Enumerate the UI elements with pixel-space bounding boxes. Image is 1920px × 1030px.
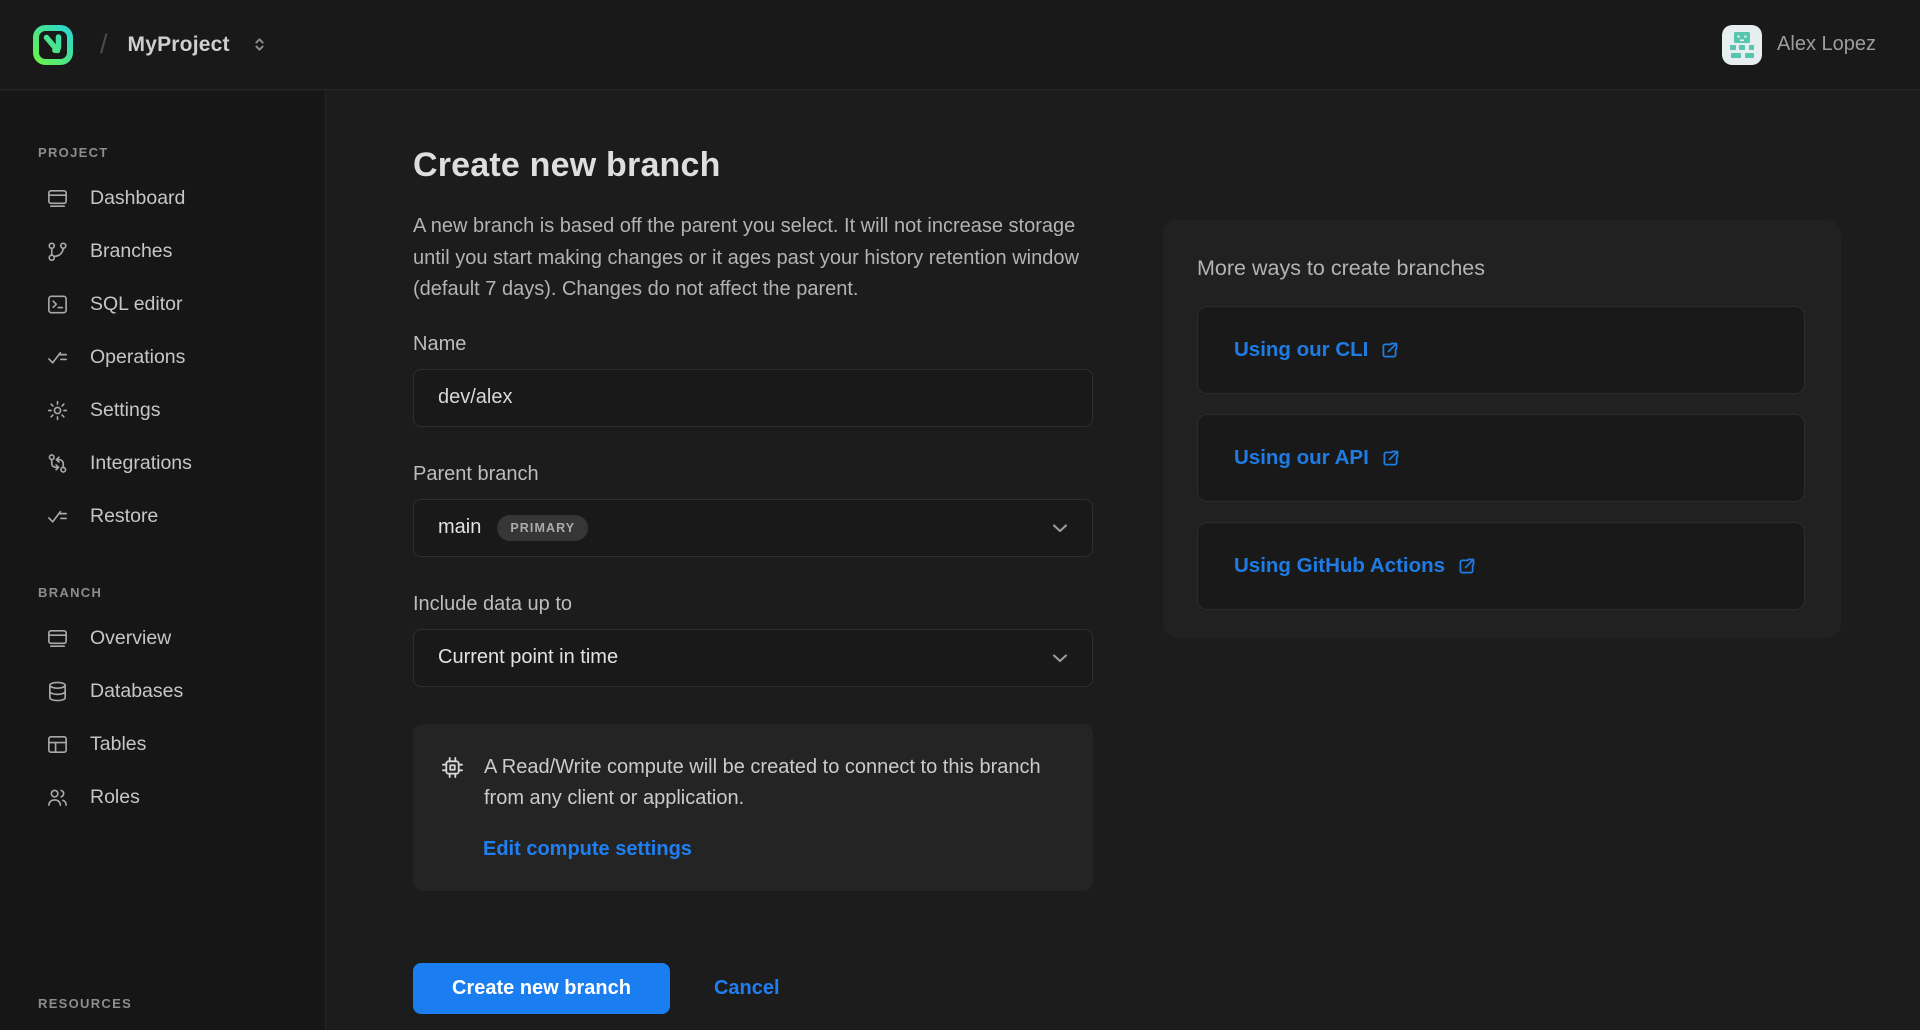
external-link-icon: [1379, 340, 1400, 361]
sidebar-item-label: Branches: [90, 240, 172, 263]
edit-compute-settings-link[interactable]: Edit compute settings: [483, 838, 692, 861]
using-github-actions-link-label: Using GitHub Actions: [1234, 554, 1445, 578]
primary-badge: PRIMARY: [497, 515, 588, 541]
sidebar-item-tables[interactable]: Tables: [0, 718, 325, 771]
sidebar-item-label: Settings: [90, 399, 160, 422]
parent-branch-value: main: [438, 516, 481, 539]
api-link-card[interactable]: Using our API: [1197, 414, 1805, 502]
sidebar-section-project: PROJECT Dashboard Branches SQL editor Op…: [0, 145, 325, 543]
sidebar-item-databases[interactable]: Databases: [0, 665, 325, 718]
gear-icon: [46, 399, 70, 423]
sidebar-item-operations[interactable]: Operations: [0, 331, 325, 384]
sidebar-item-dashboard[interactable]: Dashboard: [0, 172, 325, 225]
sidebar-section-branch: BRANCH Overview Databases Tables Roles: [0, 585, 325, 824]
page-title: Create new branch: [413, 146, 1093, 185]
chevrons-up-down-icon: [250, 35, 269, 54]
list-check-icon: [46, 505, 70, 529]
table-icon: [46, 733, 70, 757]
using-github-actions-link[interactable]: Using GitHub Actions: [1234, 554, 1477, 578]
terminal-square-icon: [46, 293, 70, 317]
github-actions-link-card[interactable]: Using GitHub Actions: [1197, 522, 1805, 610]
using-cli-link-label: Using our CLI: [1234, 338, 1368, 362]
project-switcher[interactable]: MyProject: [128, 33, 269, 57]
sidebar-item-restore[interactable]: Restore: [0, 490, 325, 543]
more-ways-card: More ways to create branches Using our C…: [1163, 220, 1841, 638]
section-label-resources: RESOURCES: [38, 996, 132, 1011]
sidebar-item-roles[interactable]: Roles: [0, 771, 325, 824]
external-link-icon: [1456, 556, 1477, 577]
neon-logo-icon: [30, 22, 76, 68]
sidebar-item-label: Integrations: [90, 452, 192, 475]
external-link-icon: [1380, 448, 1401, 469]
sidebar-item-integrations[interactable]: Integrations: [0, 437, 325, 490]
topbar: / MyProject Alex Lopez: [0, 0, 1920, 90]
sidebar-item-label: Roles: [90, 786, 140, 809]
git-branch-icon: [46, 240, 70, 264]
cpu-chip-icon: [439, 754, 466, 814]
using-api-link[interactable]: Using our API: [1234, 446, 1401, 470]
database-icon: [46, 680, 70, 704]
sidebar-item-label: Overview: [90, 627, 171, 650]
create-new-branch-button[interactable]: Create new branch: [413, 963, 670, 1014]
chevron-down-icon: [1048, 646, 1072, 670]
using-api-link-label: Using our API: [1234, 446, 1369, 470]
sidebar-item-label: Restore: [90, 505, 158, 528]
users-icon: [46, 786, 70, 810]
dashboard-icon: [46, 627, 70, 651]
sidebar-item-settings[interactable]: Settings: [0, 384, 325, 437]
breadcrumb-separator: /: [100, 29, 108, 60]
user-name: Alex Lopez: [1777, 33, 1876, 56]
sidebar: PROJECT Dashboard Branches SQL editor Op…: [0, 91, 326, 1030]
chevron-down-icon: [1048, 516, 1072, 540]
name-label: Name: [413, 333, 1093, 356]
page-description: A new branch is based off the parent you…: [413, 211, 1093, 306]
project-name: MyProject: [128, 33, 230, 57]
form-actions: Create new branch Cancel: [413, 963, 1093, 1014]
include-data-label: Include data up to: [413, 593, 1093, 616]
include-data-value: Current point in time: [438, 646, 618, 669]
more-ways-title: More ways to create branches: [1197, 256, 1805, 281]
list-check-icon: [46, 346, 70, 370]
cancel-link[interactable]: Cancel: [714, 977, 780, 1000]
cli-link-card[interactable]: Using our CLI: [1197, 306, 1805, 394]
compute-note-box: A Read/Write compute will be created to …: [413, 724, 1093, 891]
sidebar-item-branches[interactable]: Branches: [0, 225, 325, 278]
sidebar-item-label: Tables: [90, 733, 146, 756]
branch-name-input[interactable]: [413, 369, 1093, 427]
sidebar-item-label: Dashboard: [90, 187, 185, 210]
create-branch-form: Create new branch A new branch is based …: [413, 146, 1093, 1014]
main-content: Create new branch A new branch is based …: [327, 91, 1920, 1030]
avatar: [1722, 25, 1762, 65]
workflow-arrows-icon: [46, 452, 70, 476]
section-label-branch: BRANCH: [38, 585, 325, 600]
sidebar-item-overview[interactable]: Overview: [0, 612, 325, 665]
sidebar-item-label: Databases: [90, 680, 183, 703]
sidebar-item-sql-editor[interactable]: SQL editor: [0, 278, 325, 331]
sidebar-item-label: SQL editor: [90, 293, 183, 316]
section-label-project: PROJECT: [38, 145, 325, 160]
compute-note-text: A Read/Write compute will be created to …: [484, 752, 1063, 814]
neon-logo[interactable]: [30, 22, 76, 68]
user-menu[interactable]: Alex Lopez: [1722, 25, 1876, 65]
using-cli-link[interactable]: Using our CLI: [1234, 338, 1400, 362]
include-data-select[interactable]: Current point in time: [413, 629, 1093, 687]
parent-branch-label: Parent branch: [413, 463, 1093, 486]
sidebar-item-label: Operations: [90, 346, 185, 369]
parent-branch-select[interactable]: main PRIMARY: [413, 499, 1093, 557]
dashboard-icon: [46, 187, 70, 211]
